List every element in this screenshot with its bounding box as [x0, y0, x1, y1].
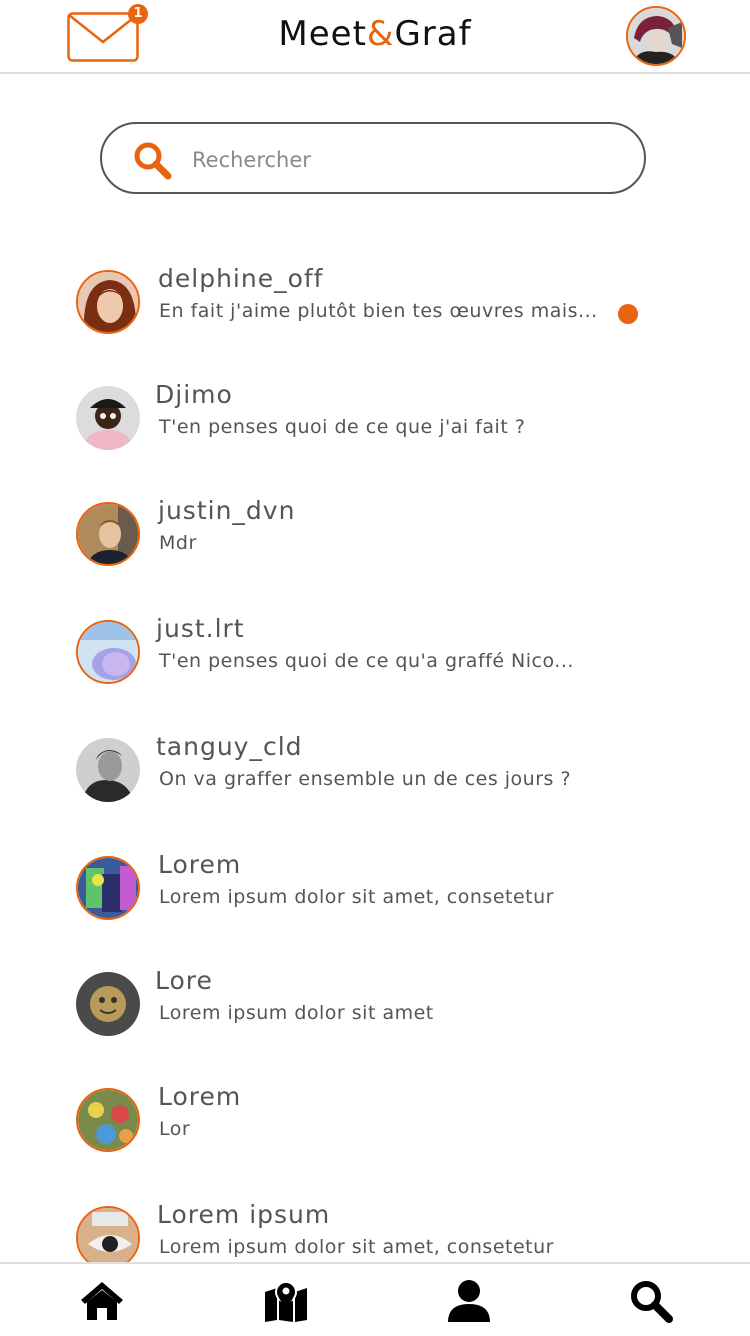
avatar	[76, 856, 140, 920]
last-message: Lorem ipsum dolor sit amet, consetetur	[159, 1236, 554, 1258]
avatar	[76, 738, 140, 802]
search-icon	[134, 142, 172, 180]
last-message: Lorem ipsum dolor sit amet	[159, 1002, 434, 1024]
avatar	[76, 972, 140, 1036]
conversation-item[interactable]: justin_dvn Mdr	[76, 496, 676, 582]
profile-avatar[interactable]	[626, 6, 686, 66]
last-message: T'en penses quoi de ce qu'a graffé Nico.…	[159, 650, 574, 672]
conversation-item[interactable]: tanguy_cld On va graffer ensemble un de …	[76, 732, 676, 818]
last-message: T'en penses quoi de ce que j'ai fait ?	[159, 416, 526, 438]
conversation-item[interactable]: Djimo T'en penses quoi de ce que j'ai fa…	[76, 380, 676, 466]
contact-name: Lorem ipsum	[157, 1200, 331, 1229]
contact-name: delphine_off	[158, 264, 324, 293]
user-icon	[448, 1280, 490, 1322]
conversation-item[interactable]: Lorem Lor	[76, 1082, 676, 1168]
nav-map-button[interactable]	[263, 1278, 309, 1324]
last-message: Lor	[159, 1118, 191, 1140]
last-message: En fait j'aime plutôt bien tes œuvres ma…	[159, 300, 598, 322]
avatar	[76, 1088, 140, 1152]
nav-search-button[interactable]	[628, 1278, 674, 1324]
avatar	[76, 270, 140, 334]
contact-name: Lore	[155, 966, 213, 995]
avatar	[76, 502, 140, 566]
nav-profile-button[interactable]	[446, 1278, 492, 1324]
last-message: Mdr	[159, 532, 197, 554]
search-icon	[631, 1281, 673, 1323]
contact-name: just.lrt	[156, 614, 245, 643]
unread-indicator	[618, 304, 638, 324]
nav-home-button[interactable]	[79, 1278, 125, 1324]
home-icon	[81, 1282, 123, 1320]
last-message: On va graffer ensemble un de ces jours ?	[159, 768, 572, 790]
last-message: Lorem ipsum dolor sit amet, consetetur	[159, 886, 554, 908]
contact-name: Djimo	[155, 380, 233, 409]
contact-name: tanguy_cld	[156, 732, 303, 761]
avatar	[76, 386, 140, 450]
avatar-image	[628, 8, 684, 64]
contact-name: justin_dvn	[158, 496, 296, 525]
logo-ampersand: &	[366, 14, 395, 54]
top-bar: 1 Meet&Graf	[0, 0, 750, 74]
logo-text-meet: Meet	[278, 14, 367, 54]
map-icon	[265, 1281, 307, 1322]
search-bar[interactable]	[100, 122, 646, 194]
logo-text-graf: Graf	[394, 14, 472, 54]
conversation-item[interactable]: delphine_off En fait j'aime plutôt bien …	[76, 264, 676, 350]
bottom-navigation	[0, 1262, 750, 1336]
avatar	[76, 620, 140, 684]
search-input[interactable]	[190, 142, 624, 178]
conversation-item[interactable]: Lore Lorem ipsum dolor sit amet	[76, 966, 676, 1052]
avatar	[76, 1206, 140, 1270]
conversation-item[interactable]: just.lrt T'en penses quoi de ce qu'a gra…	[76, 614, 676, 700]
contact-name: Lorem	[158, 1082, 242, 1111]
conversation-item[interactable]: Lorem Lorem ipsum dolor sit amet, conset…	[76, 850, 676, 936]
contact-name: Lorem	[158, 850, 242, 879]
